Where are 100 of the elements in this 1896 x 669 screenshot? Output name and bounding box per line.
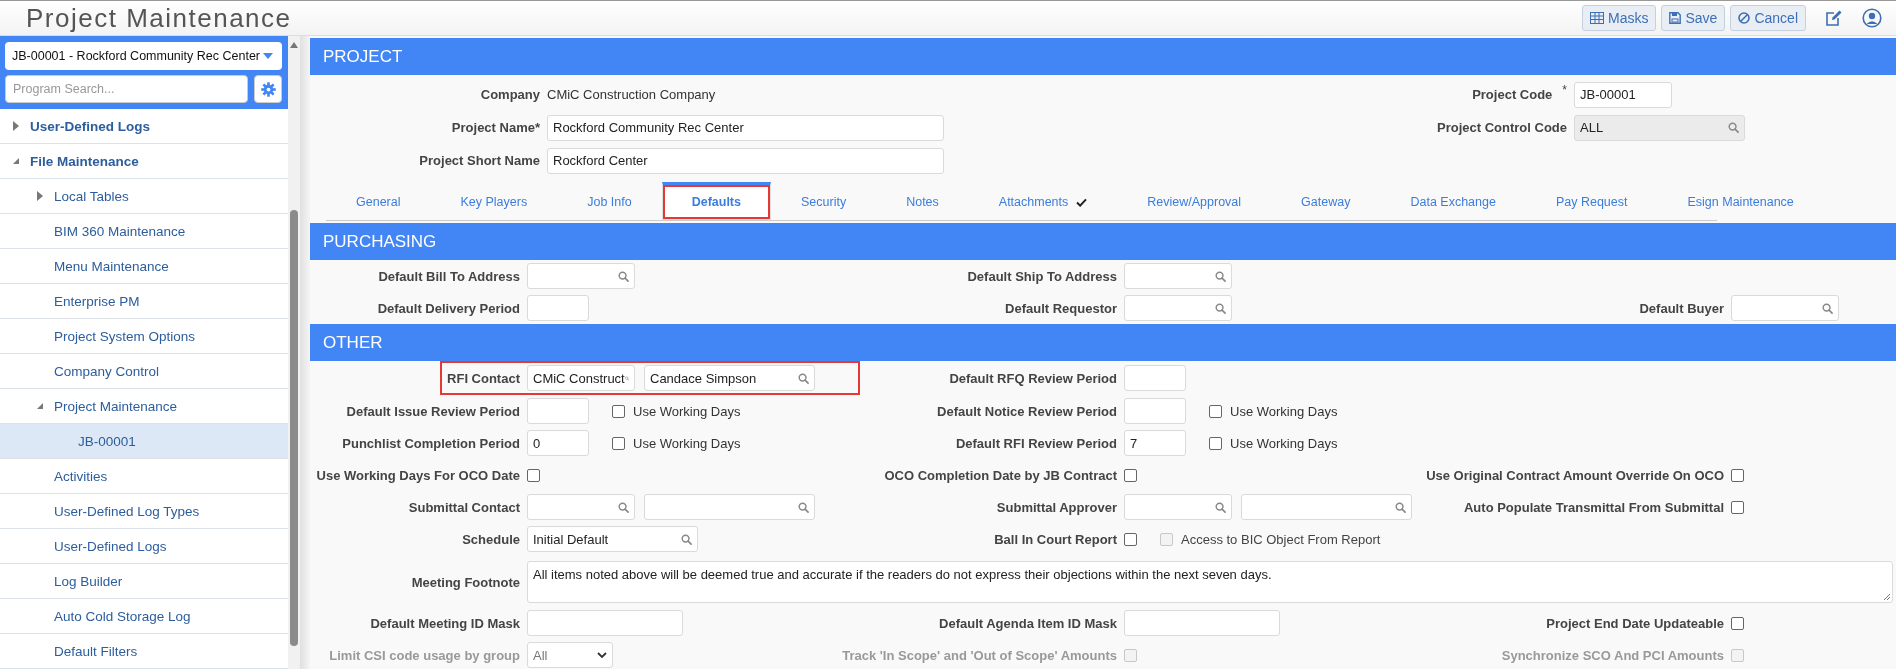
field-label: Auto Populate Transmittal From Submittal <box>1463 499 1724 515</box>
caret-right-icon[interactable] <box>12 121 20 131</box>
lookup-field[interactable] <box>1124 494 1232 520</box>
settings-button[interactable] <box>254 75 282 103</box>
text-field[interactable] <box>1124 610 1280 636</box>
checkbox[interactable] <box>1209 404 1222 418</box>
checkbox-label: Use Working Days <box>1230 435 1338 451</box>
text-field[interactable]: 0 <box>527 430 589 456</box>
field-label: Project Control Code <box>1437 120 1567 135</box>
footnote-field[interactable]: All items noted above will be deemed true and accurate if the readers do not express their objections within the next seven days. <box>527 561 1893 603</box>
field-label: Company <box>480 87 540 102</box>
caret-down-icon[interactable] <box>12 157 20 165</box>
field-label: Default RFQ Review Period <box>949 370 1117 386</box>
checkbox[interactable] <box>1731 468 1744 482</box>
checkbox[interactable] <box>527 468 540 482</box>
page-title: Project Maintenance <box>26 2 292 34</box>
toolbar-button[interactable]: Cancel <box>1730 5 1806 31</box>
user-icon[interactable] <box>1862 8 1882 28</box>
checkbox[interactable] <box>1124 532 1137 546</box>
checkbox[interactable] <box>1731 616 1744 630</box>
field-label: Project End Date Updateable <box>1546 615 1724 631</box>
section-header: PURCHASING <box>310 223 1896 260</box>
scrollbar-thumb[interactable] <box>290 210 298 646</box>
table-icon <box>1590 12 1605 24</box>
checkbox-label: Use Working Days <box>633 435 741 451</box>
search-icon[interactable] <box>1822 302 1833 314</box>
scroll-up-icon[interactable] <box>290 42 298 48</box>
text-field[interactable] <box>527 610 683 636</box>
field-label: Submittal Approver <box>996 499 1117 515</box>
tab[interactable]: Data Exchange <box>1380 182 1526 220</box>
field-label: Default Issue Review Period <box>346 403 520 419</box>
search-field[interactable]: Program Search... <box>5 75 248 103</box>
checkbox-label: Use Working Days <box>633 403 741 419</box>
edit-icon[interactable] <box>1825 9 1843 27</box>
lookup-field[interactable]: Initial Default <box>527 526 698 552</box>
tab[interactable]: Review/Approval <box>1117 182 1272 220</box>
field-label: Project Name* <box>451 120 540 135</box>
settings-icon <box>260 81 276 97</box>
lookup-field[interactable] <box>527 494 635 520</box>
project-dropdown[interactable]: JB-00001 - Rockford Community Rec Center <box>5 42 282 70</box>
field-label: Meeting Footnote <box>411 574 520 590</box>
checkbox-label: Use Working Days <box>1230 403 1338 419</box>
field-value: CMiC Construction Company <box>547 87 716 102</box>
tab[interactable]: Security <box>771 182 877 220</box>
sidebar-item[interactable]: JB-00001 <box>0 424 288 459</box>
field-label: Use Original Contract Amount Override On OCO <box>1426 467 1724 483</box>
lookup-field[interactable] <box>644 494 815 520</box>
checkbox[interactable] <box>612 436 625 450</box>
checkbox[interactable] <box>612 404 625 418</box>
caret-down-icon <box>263 53 273 59</box>
lookup-field[interactable] <box>1731 295 1839 321</box>
search-icon[interactable] <box>618 270 629 282</box>
text-field[interactable] <box>527 398 589 424</box>
tab[interactable]: Gateway <box>1271 182 1381 220</box>
search-icon[interactable] <box>1395 501 1406 513</box>
section-header: OTHER <box>310 324 1896 361</box>
ban-icon <box>1738 12 1751 24</box>
search-icon[interactable] <box>798 372 809 384</box>
tab[interactable]: Notes <box>876 182 969 220</box>
tab[interactable]: Attachments <box>968 182 1118 220</box>
search-icon[interactable] <box>1215 501 1226 513</box>
tab[interactable]: General <box>326 182 431 220</box>
text-field[interactable]: 7 <box>1124 430 1186 456</box>
search-icon[interactable] <box>798 501 809 513</box>
search-icon[interactable] <box>618 501 629 513</box>
text-field[interactable] <box>527 295 589 321</box>
field-label: Synchronize SCO And PCI Amounts <box>1501 647 1724 663</box>
toolbar-button[interactable]: Masks <box>1582 5 1657 31</box>
search-icon[interactable] <box>1215 302 1226 314</box>
tab[interactable]: Esign Maintenance <box>1657 182 1824 220</box>
field-label: Default Agenda Item ID Mask <box>939 615 1117 631</box>
field-label: Default Delivery Period <box>377 300 520 316</box>
text-field[interactable] <box>1124 365 1186 391</box>
text-field[interactable]: Rockford Community Rec Center <box>547 114 944 141</box>
tab[interactable]: Job Info <box>557 182 662 220</box>
lookup-field[interactable] <box>527 263 635 289</box>
caret-down-icon[interactable] <box>36 402 44 410</box>
field-label: Default Notice Review Period <box>937 403 1117 419</box>
checkbox[interactable] <box>1124 468 1137 482</box>
search-icon[interactable] <box>681 533 692 545</box>
field-label: Ball In Court Report <box>994 531 1117 547</box>
field-label: Punchlist Completion Period <box>342 435 520 451</box>
text-field[interactable]: Rockford Center <box>547 147 944 174</box>
lookup-field[interactable] <box>1124 295 1232 321</box>
caret-right-icon[interactable] <box>36 191 44 201</box>
lookup-field[interactable] <box>1124 263 1232 289</box>
tab[interactable]: Key Players <box>430 182 558 220</box>
lookup-field[interactable] <box>1241 494 1412 520</box>
field-label: Default Bill To Address <box>378 268 520 284</box>
field-label: Default Meeting ID Mask <box>370 615 520 631</box>
toolbar-button[interactable]: Save <box>1661 5 1726 31</box>
text-field[interactable] <box>1124 398 1186 424</box>
search-icon[interactable] <box>1215 270 1226 282</box>
tab[interactable]: Pay Request <box>1525 182 1658 220</box>
checkbox[interactable] <box>1731 500 1744 514</box>
tab[interactable]: Defaults <box>661 182 771 220</box>
checkbox[interactable] <box>1209 436 1222 450</box>
text-field[interactable]: JB-00001 <box>1574 81 1672 108</box>
lookup-field[interactable]: CMiC Construct <box>527 365 635 391</box>
lookup-field[interactable]: Candace Simpson <box>644 365 815 391</box>
